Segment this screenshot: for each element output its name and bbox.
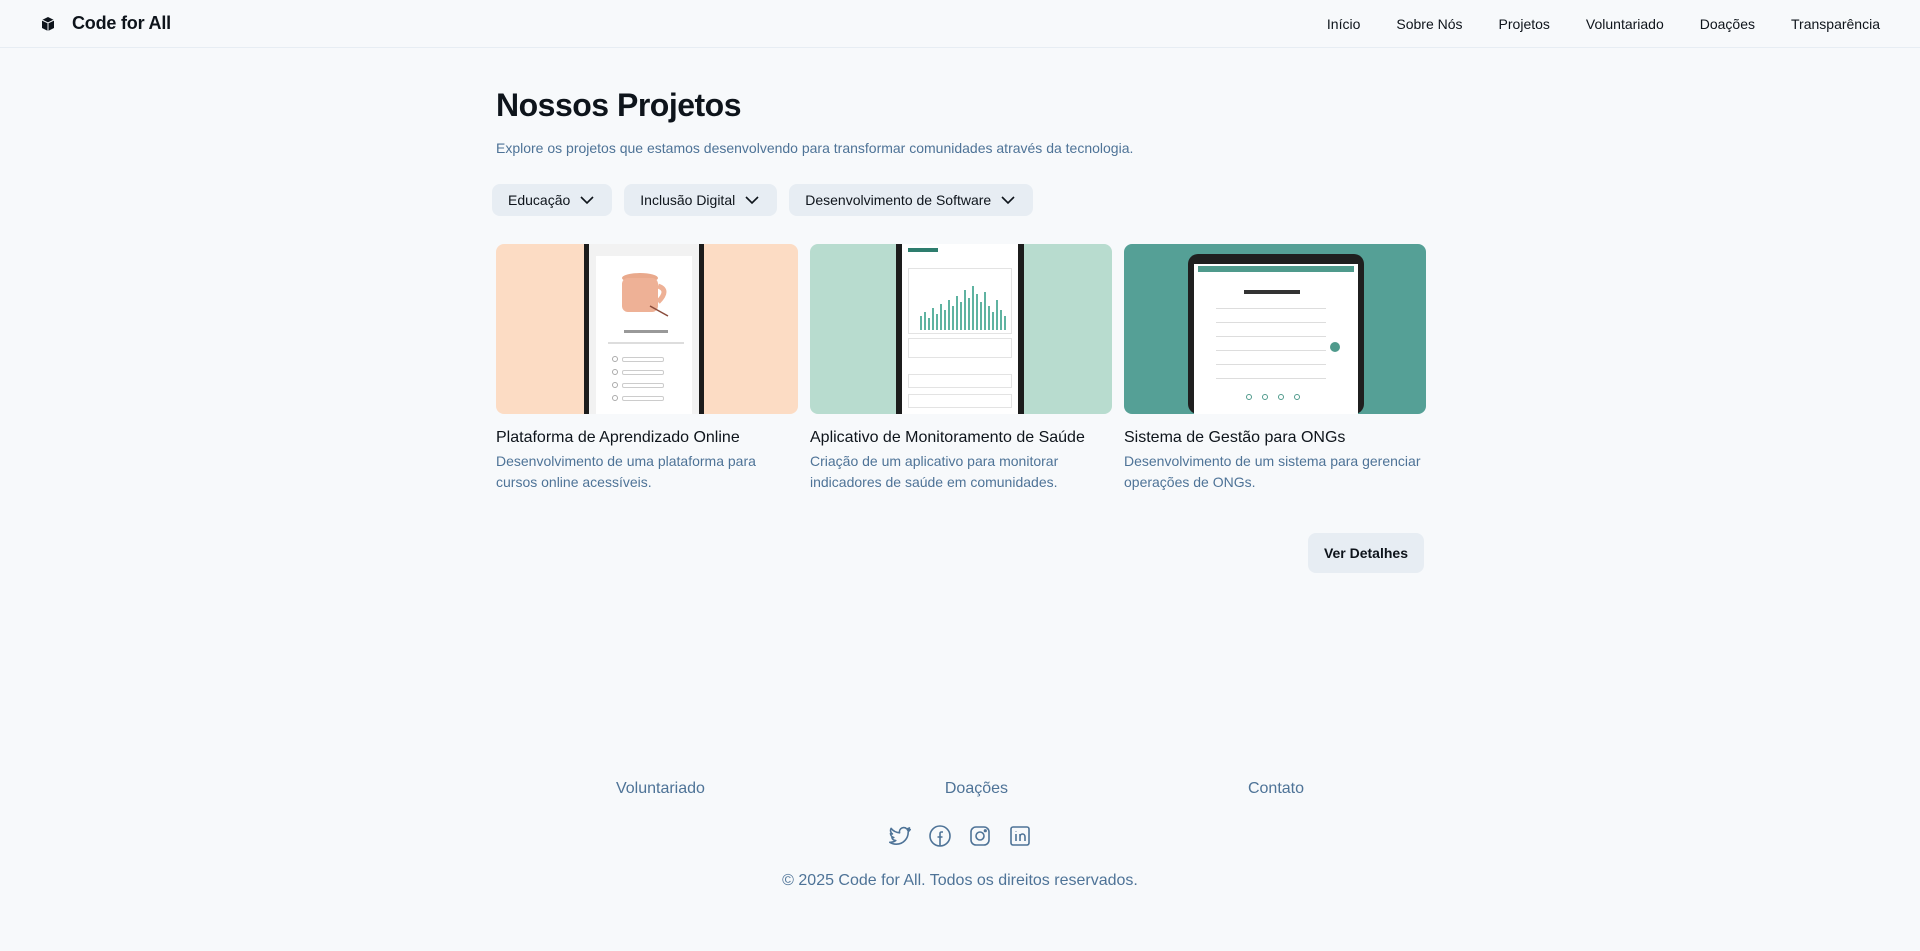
project-thumbnail [810,244,1112,415]
health-chart-illustration [920,286,1006,331]
footer-link-voluntariado[interactable]: Voluntariado [616,780,705,798]
filter-label: Inclusão Digital [640,192,736,209]
nav-voluntariado[interactable]: Voluntariado [1586,16,1664,32]
brand[interactable]: Code for All [40,13,171,34]
project-thumbnail [496,244,798,415]
chevron-down-icon [580,196,594,205]
project-description: Criação de um aplicativo para monitorar … [810,453,1059,491]
footer: Voluntariado Doações Contato © 2025 Code… [496,780,1424,890]
linkedin-icon[interactable] [1008,824,1032,848]
facebook-icon[interactable] [928,824,952,848]
nav-doacoes[interactable]: Doações [1700,16,1755,32]
chevron-down-icon [745,196,759,205]
social-links [496,824,1424,848]
page-subtitle: Explore os projetos que estamos desenvol… [496,140,1134,157]
project-cards: Plataforma de Aprendizado Online Desenvo… [496,244,1426,493]
ver-detalhes-button[interactable]: Ver Detalhes [1307,533,1424,574]
filter-desenvolvimento-software[interactable]: Desenvolvimento de Software [789,184,1034,217]
main-content: Nossos Projetos Explore os projetos que … [492,48,1426,574]
twitter-icon[interactable] [888,824,912,848]
nav-sobre-nos[interactable]: Sobre Nós [1396,16,1462,32]
filter-bar: Educação Inclusão Digital Desenvolviment… [492,184,1424,217]
project-card[interactable]: Aplicativo de Monitoramento de Saúde Cri… [810,244,1112,493]
main-nav: Início Sobre Nós Projetos Voluntariado D… [1327,16,1880,32]
project-card[interactable]: Plataforma de Aprendizado Online Desenvo… [496,244,798,493]
instagram-icon[interactable] [968,824,992,848]
footer-link-doacoes[interactable]: Doações [945,780,1008,798]
nav-transparencia[interactable]: Transparência [1791,16,1880,32]
filter-inclusao-digital[interactable]: Inclusão Digital [624,184,778,217]
filter-label: Educação [508,192,571,209]
project-thumbnail [1124,244,1426,415]
project-card[interactable]: Sistema de Gestão para ONGs Desenvolvime… [1124,244,1426,493]
top-navbar: Code for All Início Sobre Nós Projetos V… [0,0,1920,48]
footer-link-contato[interactable]: Contato [1248,780,1304,798]
mug-illustration [622,273,669,318]
project-title: Aplicativo de Monitoramento de Saúde [810,429,1085,447]
page-title: Nossos Projetos [496,87,742,123]
project-title: Sistema de Gestão para ONGs [1124,429,1346,447]
brand-name: Code for All [72,13,171,33]
copyright: © 2025 Code for All. Todos os direitos r… [782,872,1138,889]
project-title: Plataforma de Aprendizado Online [496,429,740,447]
filter-label: Desenvolvimento de Software [805,192,992,209]
project-description: Desenvolvimento de um sistema para geren… [1124,453,1421,491]
chevron-down-icon [1001,196,1015,205]
actions-row: Ver Detalhes [496,533,1424,574]
project-description: Desenvolvimento de uma plataforma para c… [496,453,756,491]
nav-projetos[interactable]: Projetos [1499,16,1550,32]
nav-inicio[interactable]: Início [1327,16,1360,32]
filter-educacao[interactable]: Educação [492,184,613,217]
logo-icon [40,16,56,32]
footer-links: Voluntariado Doações Contato [496,780,1424,798]
